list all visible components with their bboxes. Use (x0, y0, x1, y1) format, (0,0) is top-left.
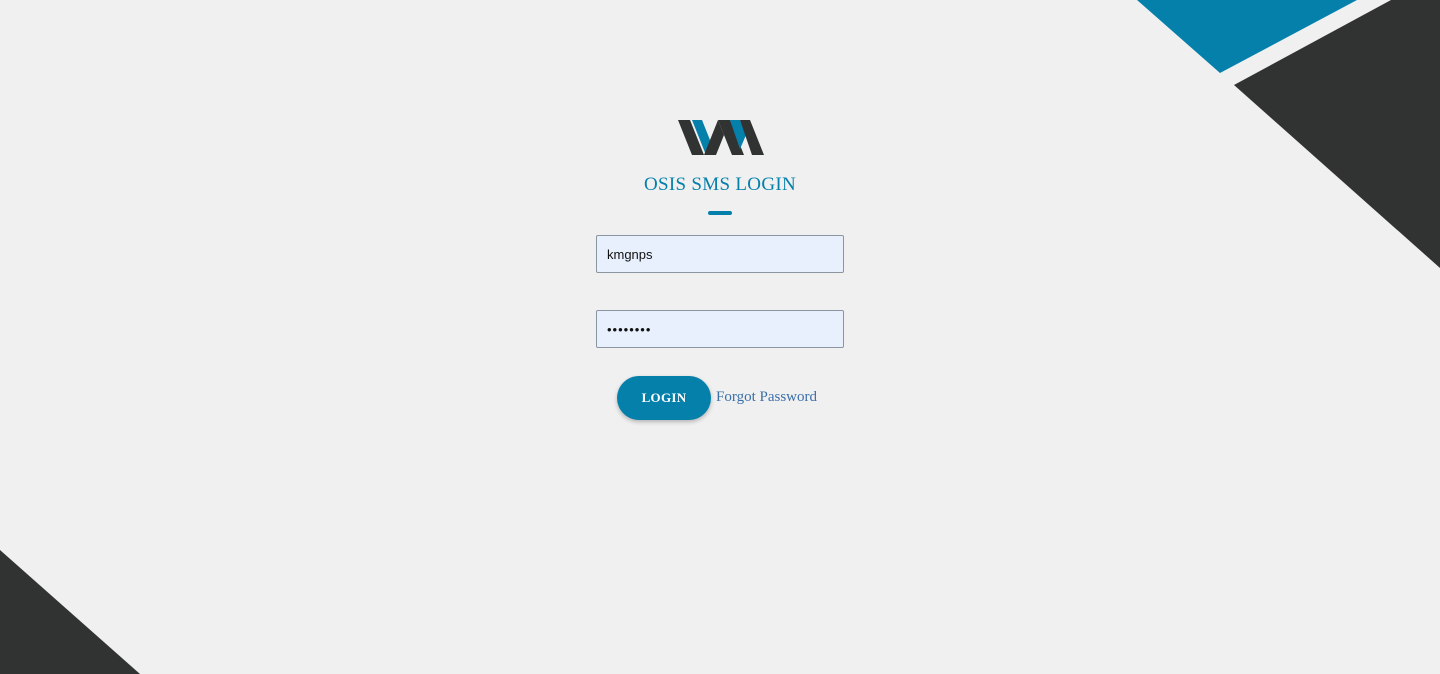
login-page: OSIS SMS LOGIN LOGIN Forgot Password (0, 0, 1440, 674)
bottom-left-dark-triangle (0, 550, 140, 674)
page-title: OSIS SMS LOGIN (643, 174, 796, 195)
title-underline (708, 211, 732, 215)
forgot-password-link[interactable]: Forgot Password (716, 389, 817, 406)
username-input[interactable] (596, 235, 844, 273)
login-button[interactable]: LOGIN (617, 376, 711, 420)
password-input[interactable] (596, 310, 844, 348)
osis-logo-icon (678, 120, 764, 155)
